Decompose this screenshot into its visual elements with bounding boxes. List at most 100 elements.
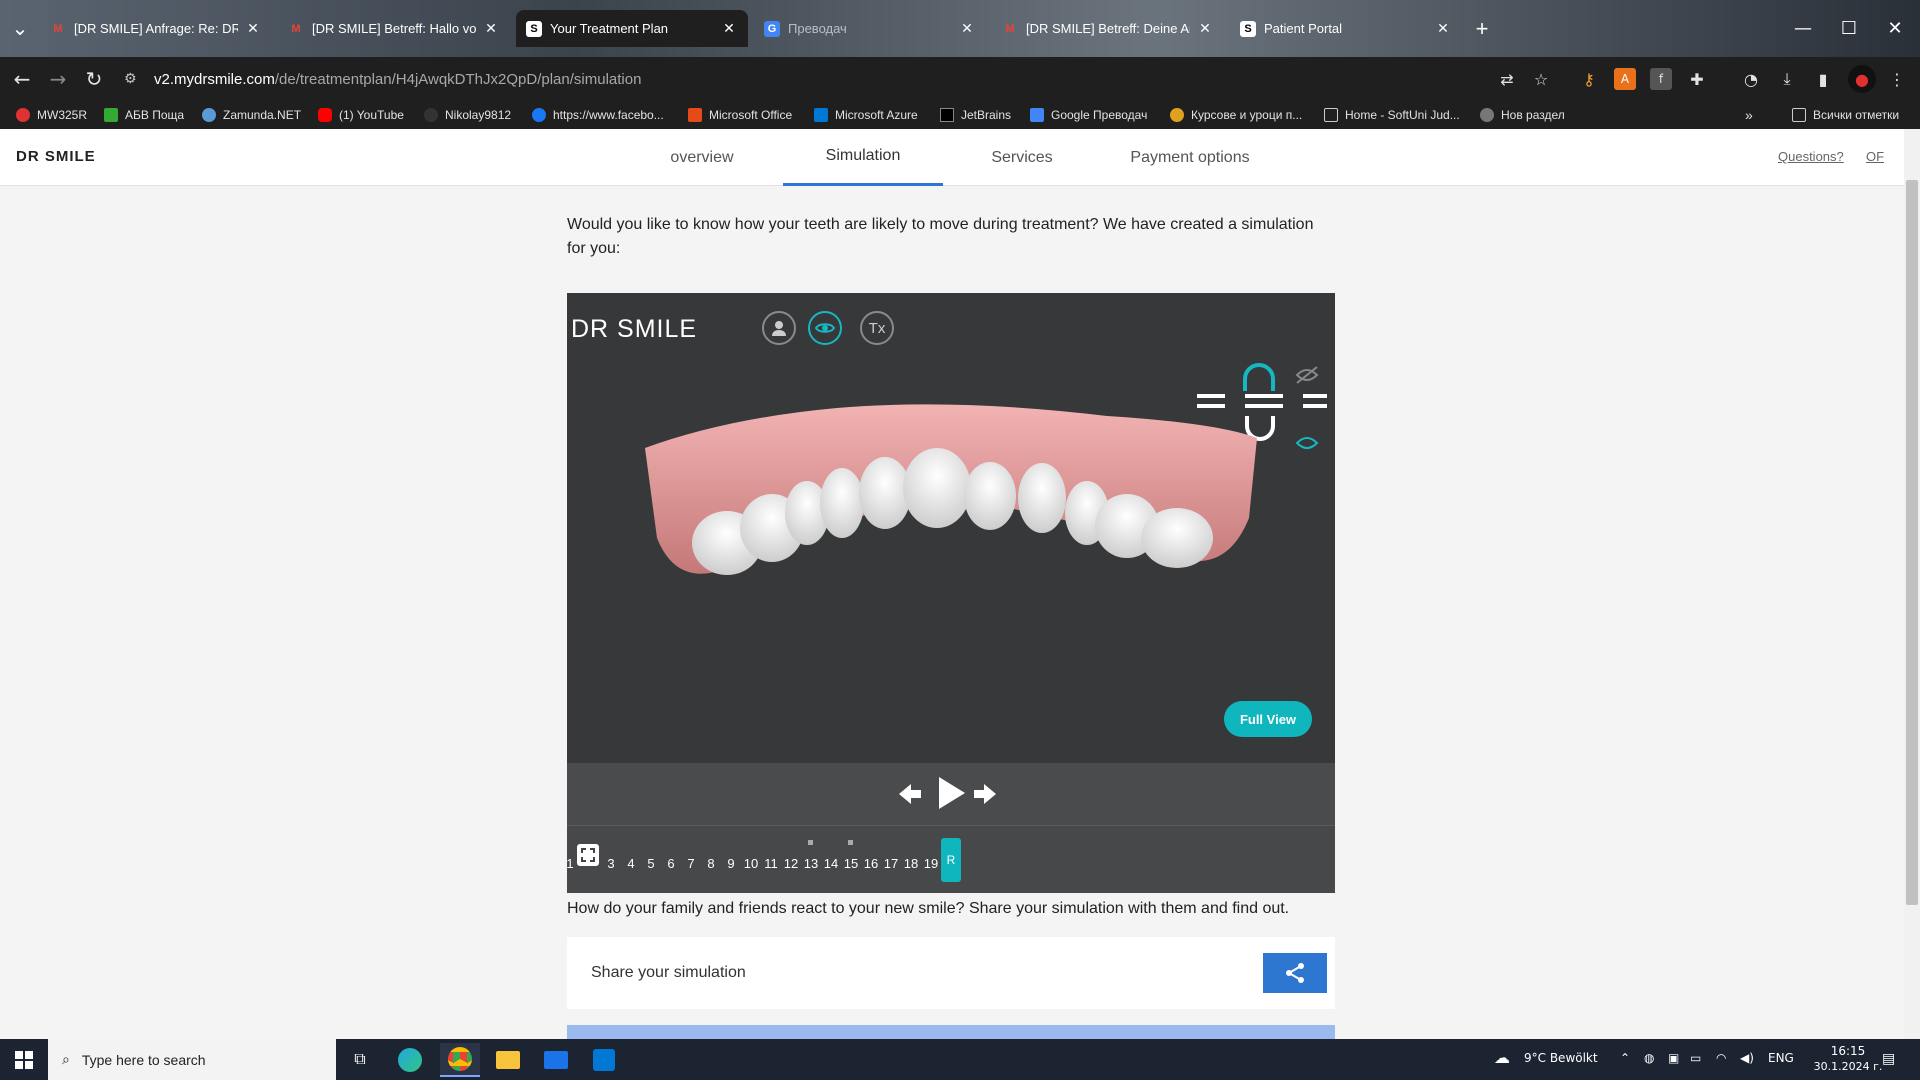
step-item[interactable]: 9 (721, 856, 741, 871)
volume-icon[interactable]: ◀) (1740, 1051, 1754, 1065)
profile-view-icon[interactable] (762, 311, 796, 345)
chevron-right-icon[interactable]: » (1745, 105, 1753, 125)
address-bar[interactable]: ⚙ v2.mydrsmile.com/de/treatmentplan/H4jA… (124, 61, 1474, 97)
browser-tab-active[interactable]: S Your Treatment Plan ✕ (516, 10, 748, 47)
new-tab-button[interactable]: + (1468, 15, 1496, 43)
task-view-icon[interactable]: ⧉ (340, 1043, 380, 1077)
step-forward-icon[interactable] (972, 781, 998, 807)
step-item[interactable]: 3 (601, 856, 621, 871)
profile-avatar[interactable]: ● (1848, 65, 1876, 93)
step-item[interactable]: 16 (861, 856, 881, 871)
bookmark-item[interactable]: https://www.facebo... (532, 105, 664, 125)
all-bookmarks[interactable]: Всички отметки (1792, 105, 1899, 125)
close-window-icon[interactable]: ✕ (1872, 14, 1918, 42)
tab-simulation[interactable]: Simulation (783, 129, 943, 186)
extension-a-icon[interactable]: A (1614, 68, 1636, 90)
bookmark-item[interactable]: Microsoft Azure (814, 105, 918, 125)
step-item[interactable]: 7 (681, 856, 701, 871)
step-item[interactable]: 8 (701, 856, 721, 871)
bookmark-item[interactable]: JetBrains (940, 105, 1011, 125)
language-indicator[interactable]: ENG (1768, 1051, 1794, 1065)
site-logo[interactable]: DR SMILE (16, 148, 96, 165)
step-back-icon[interactable] (897, 781, 923, 807)
bookmark-item[interactable]: MW325R (16, 105, 87, 125)
tab-payment-options[interactable]: Payment options (1110, 129, 1270, 186)
chrome-icon[interactable] (440, 1043, 480, 1077)
step-item[interactable]: 18 (901, 856, 921, 871)
extension-f-icon[interactable]: f (1650, 68, 1672, 90)
mail-icon[interactable] (536, 1043, 576, 1077)
translate-icon[interactable]: ⇄ (1496, 68, 1518, 90)
step-item[interactable]: 6 (661, 856, 681, 871)
reload-icon[interactable]: ↻ (80, 65, 108, 93)
step-item[interactable]: 10 (741, 856, 761, 871)
close-icon[interactable]: ✕ (958, 20, 976, 37)
play-icon[interactable] (937, 775, 967, 811)
side-panel-icon[interactable]: ▮ (1812, 68, 1834, 90)
notifications-icon[interactable]: ▤ (1882, 1051, 1895, 1067)
windows-start-icon[interactable] (4, 1043, 44, 1077)
close-icon[interactable]: ✕ (244, 20, 262, 37)
tx-button[interactable]: Tx (860, 311, 894, 345)
simulation-viewer[interactable]: DR SMILE Tx Full View 1 3 4 5 6 7 8 9 10… (566, 293, 1335, 893)
bookmark-item[interactable]: Nikolay9812 (424, 105, 511, 125)
forward-icon[interactable]: → (44, 65, 72, 93)
download-icon[interactable]: ⤓ (1776, 68, 1798, 90)
step-item[interactable]: 12 (781, 856, 801, 871)
user-initials[interactable]: OF (1866, 149, 1884, 164)
browser-tab[interactable]: S Patient Portal ✕ (1230, 10, 1462, 47)
step-item[interactable]: 19 (921, 856, 941, 871)
eye-icon[interactable] (808, 311, 842, 345)
close-icon[interactable]: ✕ (482, 20, 500, 37)
browser-tab[interactable]: G Преводач ✕ (754, 10, 986, 47)
step-item[interactable]: 17 (881, 856, 901, 871)
store-icon[interactable] (584, 1043, 624, 1077)
browser-tab[interactable]: M [DR SMILE] Betreff: Hallo von D ✕ (278, 10, 510, 47)
edge-icon[interactable] (390, 1043, 430, 1077)
share-button[interactable] (1263, 953, 1327, 993)
performance-icon[interactable]: ◔ (1740, 68, 1762, 90)
bookmark-item[interactable]: (1) YouTube (318, 105, 404, 125)
extension-key-icon[interactable]: ⚷ (1578, 68, 1600, 90)
browser-tab[interactable]: M [DR SMILE] Anfrage: Re: DR SM ✕ (40, 10, 272, 47)
minimize-icon[interactable]: — (1780, 14, 1826, 42)
clock-time[interactable]: 16:15 (1818, 1044, 1878, 1058)
menu-dots-icon[interactable]: ⋮ (1886, 68, 1908, 90)
bookmark-star-icon[interactable]: ☆ (1530, 68, 1552, 90)
step-item-current[interactable]: R (941, 838, 961, 882)
site-info-icon[interactable]: ⚙ (124, 71, 140, 87)
tab-overview[interactable]: overview (648, 129, 756, 186)
step-item[interactable]: 11 (761, 856, 781, 871)
wifi-icon[interactable]: ◠ (1716, 1051, 1726, 1065)
bookmark-item[interactable]: Google Преводач (1030, 105, 1147, 125)
bookmark-item[interactable]: Home - SoftUni Jud... (1324, 105, 1460, 125)
close-icon[interactable]: ✕ (1434, 20, 1452, 37)
close-icon[interactable]: ✕ (720, 20, 738, 37)
bookmark-item[interactable]: Нов раздел (1480, 105, 1565, 125)
step-item[interactable]: 14 (821, 856, 841, 871)
chevron-up-icon[interactable]: ⌃ (1620, 1051, 1630, 1065)
teeth-model-image[interactable] (637, 398, 1267, 618)
bookmark-item[interactable]: Курсове и уроци п... (1170, 105, 1302, 125)
close-icon[interactable]: ✕ (1196, 20, 1214, 37)
bookmark-item[interactable]: АБВ Поща (104, 105, 184, 125)
weather-text[interactable]: 9°C Bewölkt (1524, 1051, 1598, 1065)
back-icon[interactable]: ← (8, 65, 36, 93)
network-icon[interactable]: ◍ (1644, 1051, 1654, 1065)
taskbar-search-input[interactable]: ⌕ Type here to search (48, 1039, 336, 1080)
scrollbar-thumb[interactable] (1906, 180, 1918, 905)
extensions-puzzle-icon[interactable]: ✚ (1686, 68, 1708, 90)
step-item[interactable]: 15 (841, 856, 861, 871)
maximize-icon[interactable]: ☐ (1826, 14, 1872, 42)
fullscreen-icon[interactable] (577, 844, 599, 866)
questions-link[interactable]: Questions? (1778, 149, 1844, 164)
file-explorer-icon[interactable] (488, 1043, 528, 1077)
step-item[interactable]: 13 (801, 856, 821, 871)
browser-tab[interactable]: M [DR SMILE] Betreff: Deine Anfra ✕ (992, 10, 1224, 47)
bookmark-item[interactable]: Microsoft Office (688, 105, 792, 125)
full-view-button[interactable]: Full View (1224, 701, 1312, 737)
meet-icon[interactable]: ▣ (1668, 1051, 1679, 1065)
tab-services[interactable]: Services (972, 129, 1072, 186)
battery-icon[interactable]: ▭ (1690, 1051, 1701, 1065)
step-item[interactable]: 4 (621, 856, 641, 871)
